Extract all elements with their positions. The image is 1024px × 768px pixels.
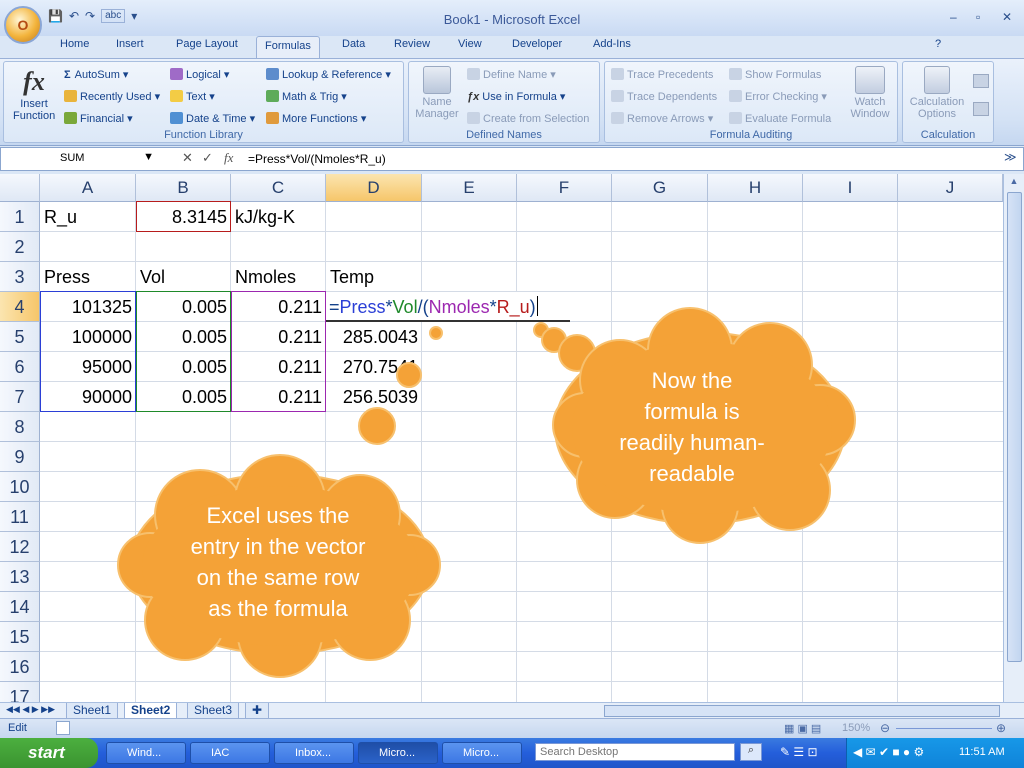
desktop-search-input[interactable]	[535, 743, 735, 761]
status-bar: Edit ▦ ▣ ▤ 150% ⊖ ⊕	[0, 718, 1024, 738]
insert-sheet-icon[interactable]: ✚	[245, 703, 270, 719]
scroll-thumb[interactable]	[1006, 192, 1022, 662]
left-callout-bubbles	[358, 326, 443, 445]
callout-line: formula is	[644, 399, 740, 424]
search-icon[interactable]: ⌕	[740, 743, 762, 761]
taskbar-item-powerpoint[interactable]: Micro...	[442, 742, 522, 764]
quick-launch-icons[interactable]: ✎ ☰ ⊡	[780, 745, 818, 759]
callout-line: readable	[649, 461, 735, 486]
taskbar-item-inbox[interactable]: Inbox...	[274, 742, 354, 764]
callout-line: Now the	[651, 368, 733, 393]
horizontal-scrollbar[interactable]	[604, 705, 1000, 717]
vertical-scrollbar[interactable]: ▲	[1003, 174, 1024, 702]
sheet-tab-sheet3[interactable]: Sheet3	[187, 703, 240, 719]
view-buttons-icon[interactable]: ▦ ▣ ▤	[784, 722, 821, 735]
start-button[interactable]: start	[0, 738, 98, 768]
callout-line: entry in the vector	[190, 534, 366, 559]
sheet-tab-sheet2[interactable]: Sheet2	[124, 703, 178, 719]
thought-bubble-large	[358, 407, 396, 445]
thought-bubble-small	[429, 326, 443, 340]
callout-line: on the same row	[196, 565, 360, 590]
clock: 11:51 AM	[959, 746, 1005, 758]
sheet-tab-sheet1[interactable]: Sheet1	[66, 703, 119, 719]
tray-icons[interactable]: ◀ ✉ ✔ ■ ● ⚙	[853, 745, 924, 759]
sheet-tab-bar: ◀◀ ◀ ▶ ▶▶ Sheet1 Sheet2 Sheet3 ✚	[0, 702, 1024, 719]
zoom-out-icon[interactable]: ⊖	[880, 721, 890, 735]
callout-line: Excel uses the	[206, 503, 350, 528]
left-callout-text: Excel uses the entry in the vector on th…	[160, 500, 396, 624]
thought-bubble-medium	[396, 362, 422, 388]
taskbar-item-iac[interactable]: IAC	[190, 742, 270, 764]
callout-line: readily human-	[619, 430, 765, 455]
office-button[interactable]: O	[4, 6, 42, 44]
callout-line: as the formula	[208, 596, 348, 621]
zoom-in-icon[interactable]: ⊕	[996, 721, 1006, 735]
callout-layer	[117, 307, 856, 678]
taskbar-item-excel[interactable]: Micro...	[358, 742, 438, 764]
zoom-level[interactable]: 150%	[842, 722, 870, 734]
taskbar-item-windows[interactable]: Wind...	[106, 742, 186, 764]
scroll-up-icon[interactable]: ▲	[1007, 176, 1022, 190]
status-mode: Edit	[8, 722, 27, 734]
system-tray: ◀ ✉ ✔ ■ ● ⚙ 11:51 AM	[846, 738, 1024, 768]
sheet-nav-arrows-icon[interactable]: ◀◀ ◀ ▶ ▶▶	[6, 704, 55, 715]
zoom-slider[interactable]	[896, 728, 992, 729]
macro-record-icon[interactable]	[56, 721, 70, 735]
right-callout-text: Now the formula is readily human- readab…	[592, 365, 792, 489]
